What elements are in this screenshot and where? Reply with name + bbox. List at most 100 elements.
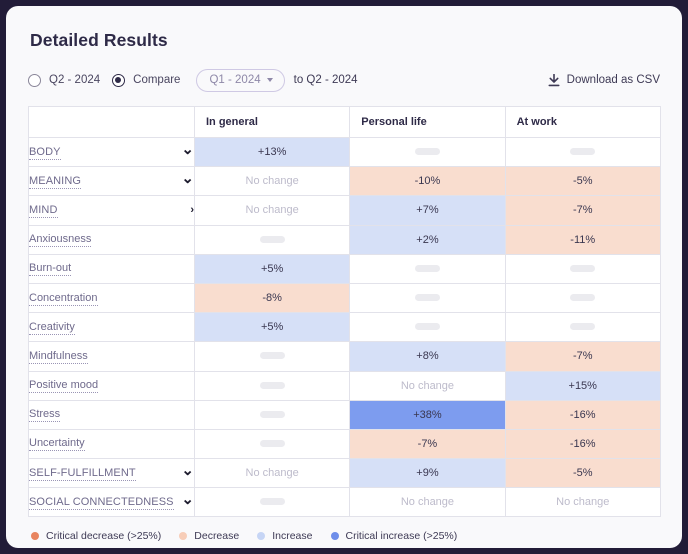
metric-row-header[interactable]: Anxiousness (29, 225, 195, 254)
value-cell: +15% (505, 371, 660, 400)
skeleton-bar (415, 323, 440, 330)
value-cell: No change (195, 459, 350, 488)
chevron-down-icon (267, 78, 273, 82)
radio-compare-input[interactable] (112, 74, 125, 87)
value-cell: -5% (505, 167, 660, 196)
value-cell-placeholder (350, 254, 505, 283)
value-cell: No change (195, 196, 350, 225)
value-cell: -10% (350, 167, 505, 196)
value-cell: No change (505, 488, 660, 517)
value-cell: -16% (505, 400, 660, 429)
value-cell-placeholder (505, 283, 660, 312)
legend-item: Increase (257, 530, 312, 542)
radio-single-quarter[interactable]: Q2 - 2024 (28, 74, 100, 87)
skeleton-bar (570, 323, 595, 330)
chevron-down-icon[interactable]: ⌄ (181, 492, 194, 507)
value-cell-placeholder (350, 313, 505, 342)
category-row-header[interactable]: SOCIAL CONNECTEDNESS⌄ (29, 488, 195, 517)
column-header-at-work: At work (505, 107, 660, 138)
category-row-header[interactable]: BODY⌄ (29, 138, 195, 167)
table-row: MIND ›No change+7%-7% (29, 196, 661, 225)
legend-color-dot (257, 532, 265, 540)
value-cell: +38% (350, 400, 505, 429)
radio-single-quarter-input[interactable] (28, 74, 41, 87)
value-cell: -5% (505, 459, 660, 488)
value-cell-placeholder (505, 313, 660, 342)
skeleton-bar (260, 411, 285, 418)
detailed-results-card: Detailed Results Q2 - 2024 Compare Q1 - … (6, 6, 682, 548)
value-cell: +8% (350, 342, 505, 371)
row-label-text: Positive mood (29, 378, 98, 393)
legend-color-dot (179, 532, 187, 540)
legend-label: Increase (272, 530, 312, 542)
category-row-header[interactable]: MEANING ⌄ (29, 167, 195, 196)
value-cell: +9% (350, 459, 505, 488)
legend-label: Critical increase (>25%) (346, 530, 458, 542)
value-cell-placeholder (195, 400, 350, 429)
value-cell: +5% (195, 254, 350, 283)
value-cell: -7% (505, 342, 660, 371)
metric-row-header[interactable]: Mindfulness (29, 342, 195, 371)
value-cell-placeholder (350, 138, 505, 167)
row-label-text: Creativity (29, 320, 75, 335)
skeleton-bar (260, 498, 285, 505)
row-label-text: MIND (29, 203, 58, 218)
table-row: Mindfulness +8%-7% (29, 342, 661, 371)
value-cell-placeholder (505, 254, 660, 283)
row-label-text: Concentration (29, 291, 98, 306)
value-cell: -11% (505, 225, 660, 254)
category-row-header[interactable]: SELF-FULFILLMENT ⌄ (29, 459, 195, 488)
category-row-header[interactable]: MIND › (29, 196, 195, 225)
download-csv-label: Download as CSV (567, 74, 660, 86)
value-cell: -7% (350, 429, 505, 458)
metric-row-header[interactable]: Burn-out (29, 254, 195, 283)
skeleton-bar (260, 440, 285, 447)
column-header-category (29, 107, 195, 138)
chevron-down-icon[interactable]: ⌄ (181, 142, 194, 157)
table-row: Creativity+5% (29, 313, 661, 342)
quarter-select-dropdown[interactable]: Q1 - 2024 (196, 69, 284, 92)
chevron-down-icon[interactable]: ⌄ (181, 463, 194, 478)
row-label-text: MEANING (29, 174, 81, 189)
metric-row-header[interactable]: Creativity (29, 313, 195, 342)
skeleton-bar (415, 148, 440, 155)
value-cell: -7% (505, 196, 660, 225)
radio-compare[interactable]: Compare (112, 74, 180, 87)
value-cell-placeholder (195, 429, 350, 458)
value-cell: +2% (350, 225, 505, 254)
skeleton-bar (260, 352, 285, 359)
download-csv-button[interactable]: Download as CSV (548, 74, 660, 87)
compare-to-label: to Q2 - 2024 (294, 74, 358, 86)
legend-label: Critical decrease (>25%) (46, 530, 161, 542)
table-row: Uncertainty-7%-16% (29, 429, 661, 458)
download-icon (548, 74, 560, 87)
legend-item: Decrease (179, 530, 239, 542)
row-label-text: Stress (29, 407, 60, 422)
metric-row-header[interactable]: Concentration (29, 283, 195, 312)
table-header-row: In general Personal life At work (29, 107, 661, 138)
metric-row-header[interactable]: Positive mood (29, 371, 195, 400)
chevron-right-icon[interactable]: › (190, 205, 194, 216)
legend-color-dot (31, 532, 39, 540)
value-cell-placeholder (195, 371, 350, 400)
metric-row-header[interactable]: Uncertainty (29, 429, 195, 458)
metric-row-header[interactable]: Stress (29, 400, 195, 429)
radio-single-quarter-label: Q2 - 2024 (49, 74, 100, 86)
value-cell-placeholder (195, 488, 350, 517)
table-row: BODY⌄+13% (29, 138, 661, 167)
value-cell-placeholder (195, 225, 350, 254)
chevron-down-icon[interactable]: ⌄ (181, 171, 194, 186)
value-cell: +7% (350, 196, 505, 225)
row-label-text: Mindfulness (29, 349, 88, 364)
table-row: SOCIAL CONNECTEDNESS⌄No changeNo change (29, 488, 661, 517)
value-cell: No change (195, 167, 350, 196)
page-title: Detailed Results (30, 30, 660, 51)
value-cell-placeholder (505, 138, 660, 167)
value-cell-placeholder (350, 283, 505, 312)
skeleton-bar (415, 294, 440, 301)
table-row: SELF-FULFILLMENT ⌄No change+9%-5% (29, 459, 661, 488)
row-label-text: SELF-FULFILLMENT (29, 466, 136, 481)
row-label-text: Uncertainty (29, 436, 85, 451)
table-row: Positive moodNo change+15% (29, 371, 661, 400)
row-label-text: Anxiousness (29, 232, 91, 247)
